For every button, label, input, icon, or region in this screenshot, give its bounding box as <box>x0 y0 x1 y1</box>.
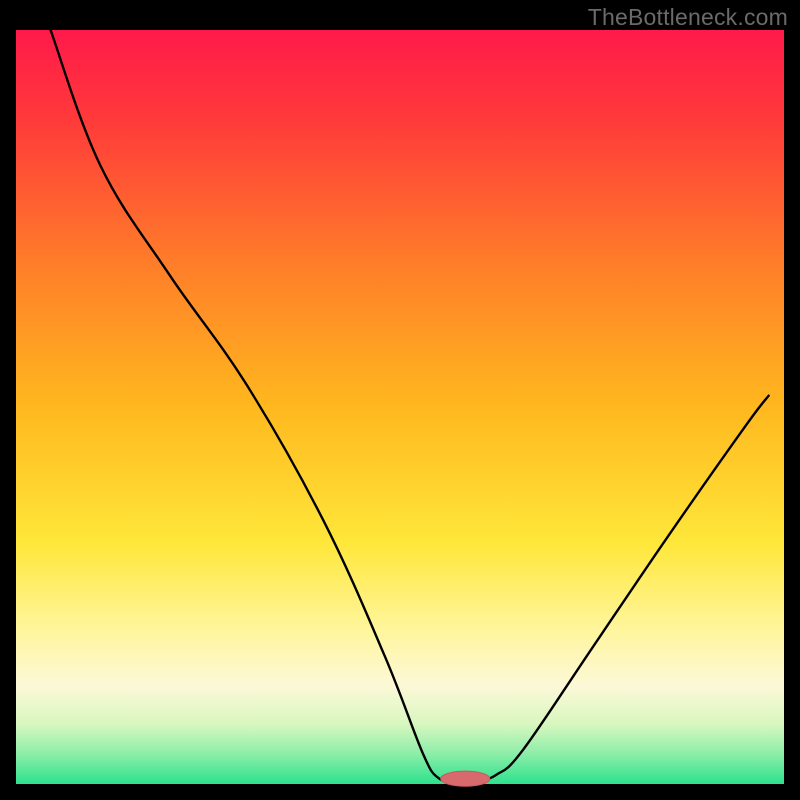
watermark-label: TheBottleneck.com <box>588 4 788 31</box>
chart-frame: TheBottleneck.com <box>0 0 800 800</box>
plot-background <box>16 30 784 784</box>
optimum-marker <box>441 771 490 786</box>
bottleneck-chart <box>0 0 800 800</box>
